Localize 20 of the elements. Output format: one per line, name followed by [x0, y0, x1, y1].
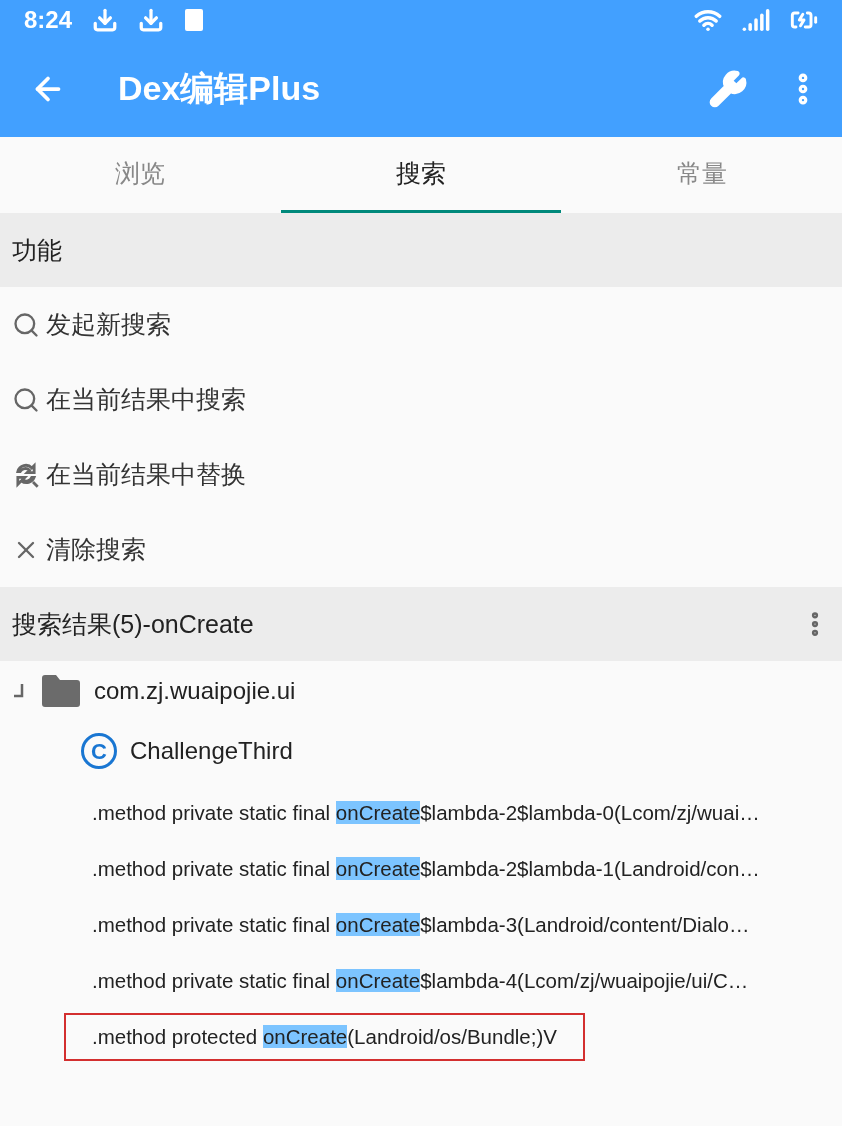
package-name[interactable]: com.zj.wuaipojie.ui [94, 677, 296, 705]
menu-item[interactable]: 发起新搜索 [0, 287, 842, 362]
menu-item[interactable]: 清除搜索 [0, 512, 842, 587]
notification-icon [184, 8, 205, 32]
class-icon: C [80, 732, 118, 770]
tools-button[interactable] [708, 68, 748, 109]
download-icon [92, 7, 119, 33]
download-icon [138, 7, 165, 33]
app-title: Dex编辑Plus [118, 67, 321, 109]
status-time: 8:24 [24, 6, 73, 34]
class-name[interactable]: ChallengeThird [130, 737, 293, 765]
menu-item[interactable]: 在当前结果中替换 [0, 437, 842, 512]
results-title: 搜索结果(5)-onCreate [12, 608, 254, 640]
signal-icon [742, 6, 770, 34]
search-icon [12, 310, 40, 339]
folder-icon [42, 675, 80, 707]
section-header: 功能 [0, 213, 842, 287]
menu-item[interactable]: 在当前结果中搜索 [0, 362, 842, 437]
method-row[interactable]: .method protected onCreate(Landroid/os/Bundle;)V [64, 1013, 585, 1061]
search-icon [12, 385, 40, 414]
